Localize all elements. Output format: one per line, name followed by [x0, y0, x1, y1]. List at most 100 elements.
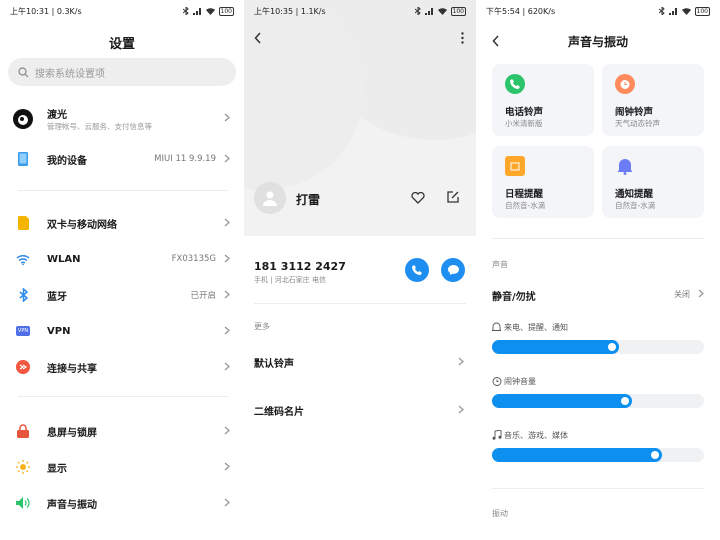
battery-icon: 100: [450, 6, 466, 16]
alarm-card[interactable]: 闹钟铃声 天气动态铃声: [602, 64, 704, 136]
bluetooth-value: 已开启: [190, 291, 216, 301]
status-time: 上午10:31 | 0.3K/s: [10, 6, 82, 16]
calendar-card[interactable]: 日程提醒 自然音-水滴: [492, 146, 594, 218]
battery-icon: 100: [218, 6, 234, 16]
slider-fill: [492, 340, 619, 354]
account-row[interactable]: 渡光 管理帐号、云服务、支付信息等: [0, 100, 244, 138]
sound-row[interactable]: 声音与振动: [0, 485, 244, 521]
back-icon[interactable]: [254, 32, 262, 44]
message-icon: [447, 265, 459, 275]
music-note-icon: [492, 430, 502, 440]
ring-volume-slider[interactable]: [492, 340, 704, 354]
search-icon: [18, 66, 29, 77]
bluetooth-status-icon: [414, 7, 421, 15]
sound-label: 声音与振动: [47, 499, 97, 511]
status-bar: 上午10:31 | 0.3K/s 100: [0, 0, 244, 22]
status-time: 下午5:54 | 620K/s: [486, 6, 556, 16]
vibrate-section-label: 振动: [492, 509, 508, 518]
phone-icon: [412, 265, 422, 275]
phone-meta: 手机 | 河北石家庄 电信: [254, 276, 327, 284]
card-sub: 自然音-水滴: [615, 201, 656, 210]
search-input[interactable]: 搜索系统设置项: [8, 58, 236, 86]
sim-row[interactable]: 双卡与移动网络: [0, 205, 244, 241]
card-sub: 小米清新版: [505, 119, 543, 128]
mute-value: 关闭: [674, 290, 690, 299]
favorite-heart-icon[interactable]: [411, 192, 425, 204]
lockscreen-label: 息屏与锁屏: [47, 427, 97, 439]
qr-card-row[interactable]: 二维码名片: [244, 396, 476, 422]
phone-device-icon: [16, 152, 30, 166]
calendar-icon: [505, 156, 525, 176]
bell-icon: [492, 322, 501, 331]
display-label: 显示: [47, 463, 67, 475]
more-icon[interactable]: [461, 32, 464, 44]
wifi-icon: [16, 252, 30, 266]
page-title: 设置: [108, 37, 135, 52]
search-placeholder: 搜索系统设置项: [35, 68, 105, 80]
divider: [492, 238, 704, 239]
wlan-row[interactable]: WLAN FX03135G: [0, 241, 244, 277]
default-ringtone-label: 默认铃声: [254, 359, 294, 370]
lock-icon: [16, 424, 30, 438]
mute-label: 静音/勿扰: [492, 292, 536, 303]
wifi-status-icon: [437, 7, 447, 15]
account-sub: 管理帐号、云服务、支付信息等: [47, 122, 152, 131]
divider: [18, 396, 228, 397]
wifi-status-icon: [681, 7, 691, 15]
slider-fill: [492, 448, 662, 462]
more-section-label: 更多: [254, 322, 270, 331]
alarm-volume-slider[interactable]: [492, 394, 704, 408]
alarm-volume-label: 闹钟音量: [504, 377, 536, 386]
sound-section-label: 声音: [492, 260, 508, 269]
message-button[interactable]: [441, 258, 465, 282]
vpn-row[interactable]: VPN VPN: [0, 313, 244, 349]
slider-knob[interactable]: [651, 451, 659, 459]
signal-icon: [668, 7, 677, 15]
status-icons: 100: [658, 6, 710, 16]
chevron-right-icon: [224, 462, 230, 471]
sound-vibration-screen: 下午5:54 | 620K/s 100 声音与振动 电话铃声 小米清新版 闹钟铃…: [476, 0, 720, 540]
status-time: 上午10:35 | 1.1K/s: [254, 6, 326, 16]
slider-knob[interactable]: [608, 343, 616, 351]
signal-icon: [424, 7, 433, 15]
signal-icon: [192, 7, 201, 15]
avatar: [254, 182, 286, 214]
card-title: 日程提醒: [505, 189, 544, 200]
share-icon: [16, 360, 30, 374]
slider-knob[interactable]: [621, 397, 629, 405]
media-volume-label: 音乐、游戏、媒体: [504, 431, 568, 440]
default-ringtone-row[interactable]: 默认铃声: [244, 348, 476, 374]
sim-label: 双卡与移动网络: [47, 219, 117, 231]
lockscreen-row[interactable]: 息屏与锁屏: [0, 413, 244, 449]
card-title: 闹钟铃声: [615, 107, 654, 118]
card-title: 电话铃声: [505, 107, 544, 118]
share-label: 连接与共享: [47, 363, 97, 375]
vpn-icon: VPN: [16, 324, 30, 338]
bluetooth-row[interactable]: 蓝牙 已开启: [0, 277, 244, 313]
status-icons: 100: [182, 6, 234, 16]
chevron-right-icon: [458, 405, 464, 414]
account-name: 渡光: [47, 110, 67, 121]
sound-icon: [16, 496, 30, 510]
ringtone-card[interactable]: 电话铃声 小米清新版: [492, 64, 594, 136]
notification-card[interactable]: 通知提醒 自然音-水滴: [602, 146, 704, 218]
phone-number[interactable]: 181 3112 2427: [254, 260, 346, 273]
card-title: 通知提醒: [615, 189, 654, 200]
mute-row[interactable]: 静音/勿扰 关闭: [476, 282, 720, 306]
slider-fill: [492, 394, 632, 408]
chevron-right-icon: [224, 218, 230, 227]
my-device-row[interactable]: 我的设备 MIUI 11 9.9.19: [0, 141, 244, 177]
display-row[interactable]: 显示: [0, 449, 244, 485]
card-sub: 自然音-水滴: [505, 201, 546, 210]
contact-name: 打雷: [296, 193, 321, 207]
edit-icon[interactable]: [447, 191, 459, 203]
my-device-label: 我的设备: [47, 155, 87, 167]
status-icons: 100: [414, 6, 466, 16]
brightness-icon: [16, 460, 30, 474]
share-row[interactable]: 连接与共享: [0, 349, 244, 385]
chevron-right-icon: [224, 362, 230, 371]
media-volume-slider[interactable]: [492, 448, 704, 462]
call-button[interactable]: [405, 258, 429, 282]
ring-volume-label: 来电、提醒、通知: [504, 323, 568, 332]
battery-icon: 100: [694, 6, 710, 16]
